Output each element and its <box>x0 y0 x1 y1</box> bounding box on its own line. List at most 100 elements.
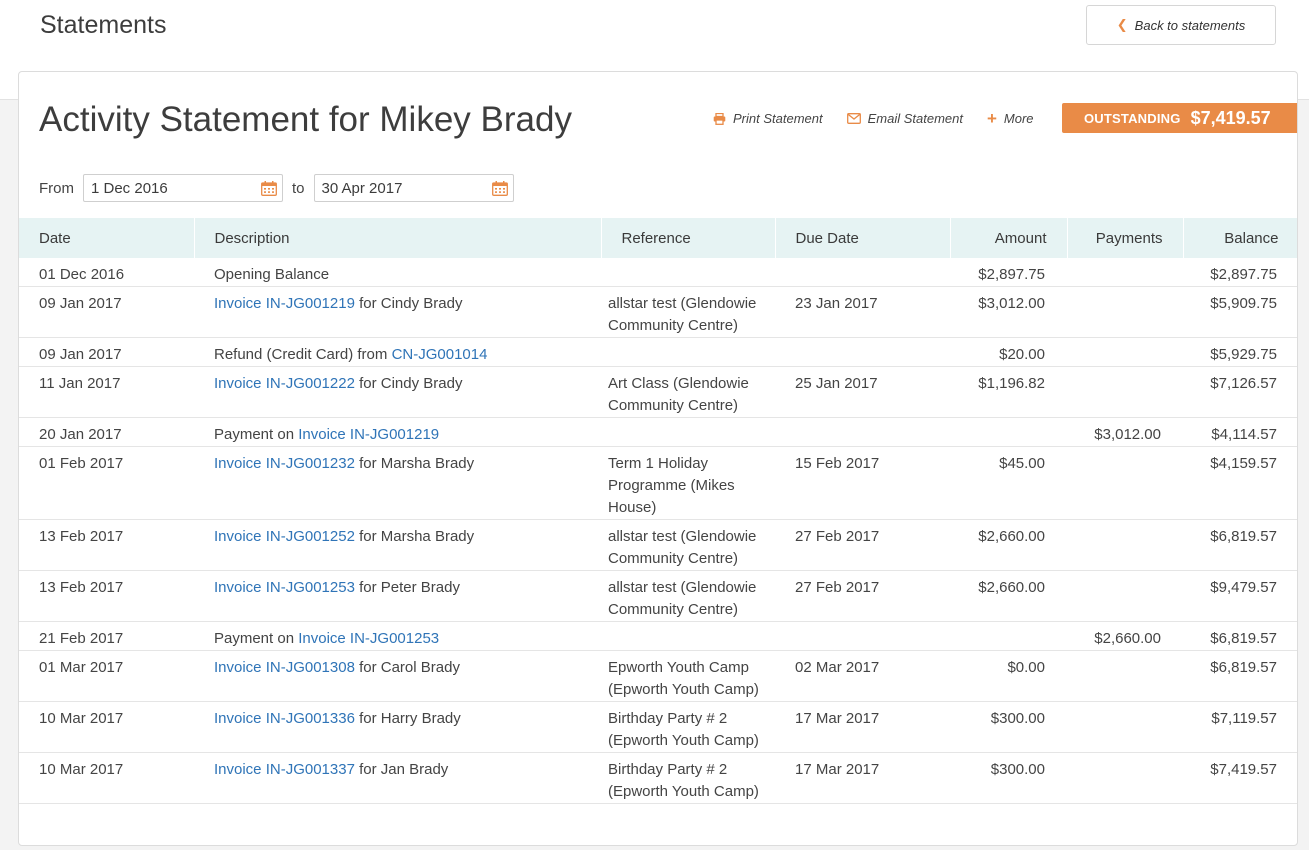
to-date-input[interactable]: 30 Apr 2017 <box>313 174 514 202</box>
cell-payments <box>1067 650 1183 702</box>
cell-balance: $7,419.57 <box>1183 752 1297 804</box>
cell-date: 01 Feb 2017 <box>19 446 194 520</box>
cell-amount: $2,660.00 <box>950 519 1067 571</box>
description-suffix: for Jan Brady <box>354 761 449 778</box>
cell-reference: Epworth Youth Camp (Epworth Youth Camp) <box>601 650 775 702</box>
cell-date: 20 Jan 2017 <box>19 417 194 447</box>
cell-date: 13 Feb 2017 <box>19 519 194 571</box>
from-date-input[interactable]: 1 Dec 2016 <box>83 174 283 202</box>
cell-description: Invoice IN-JG001336 for Harry Brady <box>194 701 601 753</box>
back-to-statements-button[interactable]: ❮ Back to statements <box>1086 5 1276 45</box>
cell-description: Payment on Invoice IN-JG001253 <box>194 621 601 651</box>
cell-due-date <box>775 337 950 367</box>
column-header-balance: Balance <box>1183 218 1297 258</box>
cell-due-date: 02 Mar 2017 <box>775 650 950 702</box>
document-link[interactable]: Invoice IN-JG001253 <box>214 579 355 596</box>
description-suffix: for Marsha Brady <box>354 455 475 472</box>
cell-balance: $9,479.57 <box>1183 570 1297 622</box>
cell-amount: $2,660.00 <box>950 570 1067 622</box>
cell-payments <box>1067 752 1183 804</box>
description-text: Payment on <box>214 630 299 647</box>
cell-balance: $4,114.57 <box>1183 417 1297 447</box>
cell-payments <box>1067 446 1183 520</box>
chevron-left-icon: ❮ <box>1116 17 1128 32</box>
date-filters: From 1 Dec 2016 to 30 Apr 2017 <box>39 174 523 202</box>
cell-amount: $45.00 <box>950 446 1067 520</box>
document-link[interactable]: Invoice IN-JG001219 <box>298 426 439 443</box>
column-header-amount: Amount <box>950 218 1068 258</box>
table-row: 01 Mar 2017 Invoice IN-JG001308 for Carol… <box>19 650 1297 702</box>
cell-due-date: 27 Feb 2017 <box>775 519 950 571</box>
table-row: 09 Jan 2017 Invoice IN-JG001219 for Cindy… <box>19 286 1297 338</box>
cell-amount: $3,012.00 <box>950 286 1067 338</box>
more-button[interactable]: + More <box>987 110 1034 127</box>
cell-amount <box>950 621 1067 651</box>
table-row: 20 Jan 2017 Payment on Invoice IN-JG00121… <box>19 417 1297 447</box>
description-suffix: for Cindy Brady <box>354 375 463 392</box>
cell-description: Invoice IN-JG001219 for Cindy Brady <box>194 286 601 338</box>
to-label: to <box>292 179 305 197</box>
back-button-label: Back to statements <box>1134 17 1246 33</box>
cell-due-date: 27 Feb 2017 <box>775 570 950 622</box>
document-link[interactable]: Invoice IN-JG001232 <box>214 455 355 472</box>
cell-payments <box>1067 337 1183 367</box>
document-link[interactable]: CN-JG001014 <box>392 346 488 363</box>
cell-description: Invoice IN-JG001252 for Marsha Brady <box>194 519 601 571</box>
calendar-icon[interactable] <box>261 181 277 196</box>
cell-balance: $6,819.57 <box>1183 519 1297 571</box>
cell-amount: $0.00 <box>950 650 1067 702</box>
table-row: 01 Feb 2017 Invoice IN-JG001232 for Marsh… <box>19 446 1297 520</box>
document-link[interactable]: Invoice IN-JG001337 <box>214 761 355 778</box>
print-icon <box>713 112 726 125</box>
cell-reference: allstar test (Glendowie Community Centre… <box>601 286 775 338</box>
document-link[interactable]: Invoice IN-JG001336 <box>214 710 355 727</box>
cell-payments <box>1067 570 1183 622</box>
document-link[interactable]: Invoice IN-JG001308 <box>214 659 355 676</box>
document-link[interactable]: Invoice IN-JG001253 <box>298 630 439 647</box>
cell-amount: $1,196.82 <box>950 366 1067 418</box>
cell-balance: $7,126.57 <box>1183 366 1297 418</box>
cell-description: Invoice IN-JG001308 for Carol Brady <box>194 650 601 702</box>
description-suffix: for Cindy Brady <box>354 295 463 312</box>
cell-description: Payment on Invoice IN-JG001219 <box>194 417 601 447</box>
description-text: Opening Balance <box>214 266 330 283</box>
description-text: Payment on <box>214 426 299 443</box>
cell-amount: $2,897.75 <box>950 258 1067 287</box>
cell-description: Opening Balance <box>194 258 601 287</box>
page-title: Statements <box>40 11 167 39</box>
document-link[interactable]: Invoice IN-JG001222 <box>214 375 355 392</box>
cell-payments: $3,012.00 <box>1067 417 1183 447</box>
cell-description: Invoice IN-JG001253 for Peter Brady <box>194 570 601 622</box>
table-row: 13 Feb 2017 Invoice IN-JG001253 for Peter… <box>19 570 1297 622</box>
print-statement-label: Print Statement <box>733 111 823 126</box>
email-statement-button[interactable]: Email Statement <box>846 111 963 126</box>
document-link[interactable]: Invoice IN-JG001252 <box>214 528 355 545</box>
cell-date: 10 Mar 2017 <box>19 752 194 804</box>
document-link[interactable]: Invoice IN-JG001219 <box>214 295 355 312</box>
cell-due-date: 25 Jan 2017 <box>775 366 950 418</box>
cell-payments <box>1067 258 1183 287</box>
table-row: 11 Jan 2017 Invoice IN-JG001222 for Cindy… <box>19 366 1297 418</box>
cell-balance: $7,119.57 <box>1183 701 1297 753</box>
cell-date: 13 Feb 2017 <box>19 570 194 622</box>
description-suffix: for Harry Brady <box>354 710 461 727</box>
statement-card: Activity Statement for Mikey Brady Print… <box>18 71 1298 846</box>
table-row: 10 Mar 2017 Invoice IN-JG001336 for Harry… <box>19 701 1297 753</box>
cell-due-date <box>775 621 950 651</box>
cell-payments <box>1067 701 1183 753</box>
cell-payments <box>1067 286 1183 338</box>
more-label: More <box>1003 111 1034 126</box>
cell-balance: $4,159.57 <box>1183 446 1297 520</box>
cell-amount: $300.00 <box>950 752 1067 804</box>
print-statement-button[interactable]: Print Statement <box>713 111 823 126</box>
cell-balance: $5,909.75 <box>1183 286 1297 338</box>
to-date-value: 30 Apr 2017 <box>321 180 403 197</box>
cell-payments: $2,660.00 <box>1067 621 1183 651</box>
cell-due-date <box>775 258 950 287</box>
cell-reference: Birthday Party # 2 (Epworth Youth Camp) <box>601 701 775 753</box>
cell-due-date: 23 Jan 2017 <box>775 286 950 338</box>
table-row: 21 Feb 2017 Payment on Invoice IN-JG00125… <box>19 621 1297 651</box>
cell-description: Invoice IN-JG001222 for Cindy Brady <box>194 366 601 418</box>
outstanding-label: OUTSTANDING <box>1084 110 1181 126</box>
calendar-icon[interactable] <box>491 181 508 196</box>
